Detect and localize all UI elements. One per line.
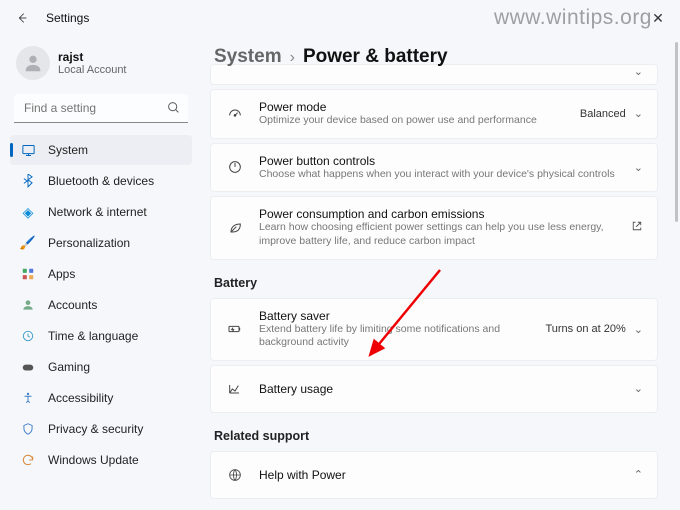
avatar: [16, 46, 50, 80]
power-mode-sub: Optimize your device based on power use …: [259, 114, 580, 128]
nav-item-bluetooth-devices[interactable]: Bluetooth & devices: [10, 166, 192, 196]
nav-item-gaming[interactable]: Gaming: [10, 352, 192, 382]
sidebar: rajst Local Account System Bluetooth & de…: [0, 36, 200, 510]
user-name: rajst: [58, 50, 127, 64]
chart-icon: [225, 381, 245, 397]
user-sub: Local Account: [58, 64, 127, 76]
scrollbar[interactable]: [674, 42, 678, 506]
back-button[interactable]: [12, 8, 32, 28]
nav-list: System Bluetooth & devices ◈ Network & inte…: [10, 135, 192, 475]
nav-label: Accessibility: [48, 391, 113, 405]
nav-item-personalization[interactable]: 🖌️ Personalization: [10, 228, 192, 258]
nav-item-accessibility[interactable]: Accessibility: [10, 383, 192, 413]
nav-label: Privacy & security: [48, 422, 143, 436]
main-content: System › Power & battery ⌄ Power mode Op…: [200, 36, 680, 510]
chevron-down-icon: ⌄: [634, 107, 643, 120]
brush-icon: 🖌️: [20, 235, 36, 251]
card-help[interactable]: Help with Power ⌃: [210, 451, 658, 499]
card-battery-saver[interactable]: Battery saver Extend battery life by lim…: [210, 298, 658, 361]
nav-label: Network & internet: [48, 205, 147, 219]
search-icon: [167, 101, 180, 119]
nav-label: Gaming: [48, 360, 90, 374]
power-icon: [225, 159, 245, 175]
chevron-down-icon: ⌄: [634, 65, 643, 78]
access-icon: [20, 390, 36, 406]
titlebar: Settings ✕: [0, 0, 680, 36]
system-icon: [20, 142, 36, 158]
section-related: Related support: [214, 429, 658, 443]
clock-icon: [20, 328, 36, 344]
search-box: [14, 94, 188, 123]
battery-usage-title: Battery usage: [259, 382, 634, 396]
power-button-sub: Choose what happens when you interact wi…: [259, 168, 634, 182]
section-battery: Battery: [214, 276, 658, 290]
breadcrumb-sep: ›: [290, 49, 295, 67]
battery-saver-title: Battery saver: [259, 309, 545, 323]
breadcrumb-parent[interactable]: System: [214, 46, 282, 68]
nav-item-time-language[interactable]: Time & language: [10, 321, 192, 351]
nav-label: Bluetooth & devices: [48, 174, 154, 188]
power-button-title: Power button controls: [259, 154, 634, 168]
power-mode-title: Power mode: [259, 100, 580, 114]
card-power-mode[interactable]: Power mode Optimize your device based on…: [210, 89, 658, 139]
gauge-icon: [225, 106, 245, 122]
chevron-down-icon: ⌄: [634, 382, 643, 395]
scrollbar-thumb[interactable]: [675, 42, 678, 222]
user-block[interactable]: rajst Local Account: [10, 42, 192, 92]
battery-saver-sub: Extend battery life by limiting some not…: [259, 323, 545, 350]
nav-item-windows-update[interactable]: Windows Update: [10, 445, 192, 475]
help-link-row: Adjusting power and sleep settings: [210, 503, 658, 510]
power-mode-value[interactable]: Balanced: [580, 108, 626, 120]
card-power-button[interactable]: Power button controls Choose what happen…: [210, 143, 658, 193]
carbon-title: Power consumption and carbon emissions: [259, 207, 631, 221]
nav-item-privacy-security[interactable]: Privacy & security: [10, 414, 192, 444]
nav-label: System: [48, 143, 88, 157]
battery-saver-value: Turns on at 20%: [545, 323, 625, 335]
leaf-icon: [225, 220, 245, 236]
nav-label: Personalization: [48, 236, 130, 250]
card-battery-usage[interactable]: Battery usage ⌄: [210, 365, 658, 413]
nav-label: Accounts: [48, 298, 97, 312]
card-carbon[interactable]: Power consumption and carbon emissions L…: [210, 196, 658, 259]
nav-label: Apps: [48, 267, 75, 281]
shield-icon: [20, 421, 36, 437]
nav-item-accounts[interactable]: Accounts: [10, 290, 192, 320]
chevron-down-icon: ⌄: [634, 161, 643, 174]
person-icon: [20, 297, 36, 313]
apps-icon: [20, 266, 36, 282]
breadcrumb-current: Power & battery: [303, 46, 448, 68]
close-button[interactable]: ✕: [648, 8, 668, 28]
search-input[interactable]: [14, 94, 188, 123]
nav-label: Windows Update: [48, 453, 139, 467]
body: rajst Local Account System Bluetooth & de…: [0, 36, 680, 510]
help-title: Help with Power: [259, 468, 634, 482]
battery-saver-icon: [225, 321, 245, 337]
update-icon: [20, 452, 36, 468]
external-link-icon: [631, 220, 643, 235]
settings-window: Settings ✕ rajst Local Account System Blu…: [0, 0, 680, 510]
chevron-down-icon: ⌄: [634, 323, 643, 336]
carbon-sub: Learn how choosing efficient power setti…: [259, 221, 631, 248]
wifi-icon: ◈: [20, 204, 36, 220]
nav-label: Time & language: [48, 329, 138, 343]
nav-item-apps[interactable]: Apps: [10, 259, 192, 289]
globe-icon: [225, 467, 245, 483]
game-icon: [20, 359, 36, 375]
bluetooth-icon: [20, 173, 36, 189]
chevron-up-icon: ⌃: [634, 468, 643, 481]
window-title: Settings: [46, 11, 89, 25]
nav-item-network-internet[interactable]: ◈ Network & internet: [10, 197, 192, 227]
nav-item-system[interactable]: System: [10, 135, 192, 165]
